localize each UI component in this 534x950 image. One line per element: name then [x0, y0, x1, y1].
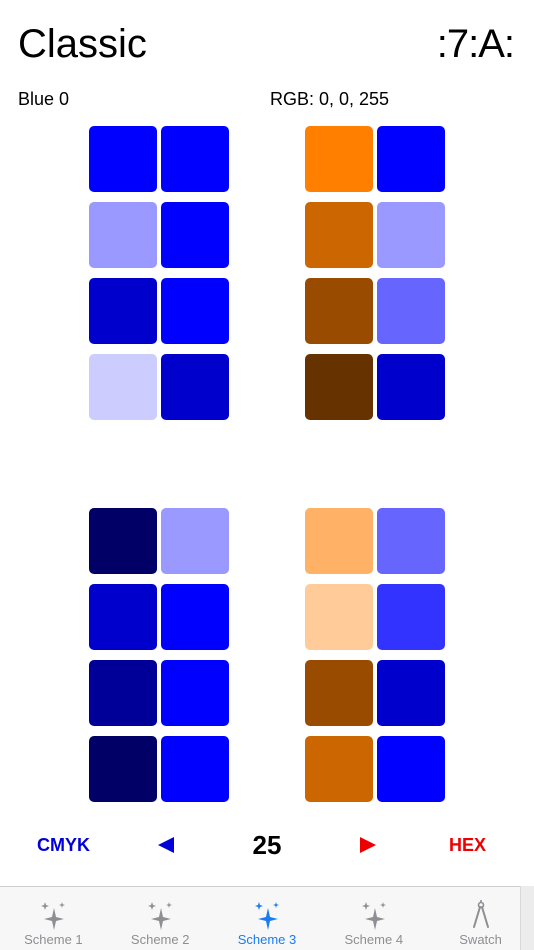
sparkle-icon	[361, 902, 386, 930]
color-swatch[interactable]	[89, 736, 157, 802]
color-swatch[interactable]	[89, 660, 157, 726]
color-swatch[interactable]	[377, 660, 445, 726]
color-swatch[interactable]	[161, 584, 229, 650]
color-swatch[interactable]	[305, 354, 373, 420]
app-logo: :7:A:	[436, 22, 515, 66]
color-swatch[interactable]	[161, 126, 229, 192]
next-arrow-icon[interactable]	[359, 836, 377, 854]
color-swatch[interactable]	[377, 202, 445, 268]
color-swatch[interactable]	[377, 126, 445, 192]
tab-scheme-4[interactable]: Scheme 4	[320, 887, 427, 950]
swatch-grid-bottom-right	[305, 508, 445, 802]
color-swatch[interactable]	[89, 508, 157, 574]
color-swatch[interactable]	[305, 508, 373, 574]
step-controls: CMYK 25 HEX	[0, 825, 534, 865]
tab-label: Scheme 2	[130, 932, 190, 947]
color-swatch[interactable]	[89, 354, 157, 420]
color-swatch[interactable]	[305, 736, 373, 802]
previous-arrow-icon[interactable]	[157, 836, 175, 854]
color-swatch[interactable]	[89, 278, 157, 344]
sparkle-icon	[148, 902, 173, 930]
tab-scheme-3[interactable]: Scheme 3	[214, 887, 321, 950]
color-swatch[interactable]	[89, 202, 157, 268]
color-swatch[interactable]	[377, 736, 445, 802]
selected-color-name: Blue 0	[18, 89, 70, 109]
color-swatch[interactable]	[161, 354, 229, 420]
tab-label: Scheme 4	[344, 932, 404, 947]
color-swatch[interactable]	[161, 508, 229, 574]
tab-bar: Scheme 1 Scheme 2 Scheme 3 Scheme 4 Swat…	[0, 886, 534, 950]
color-swatch[interactable]	[161, 278, 229, 344]
cmyk-button[interactable]: CMYK	[37, 835, 90, 856]
tab-scheme-2[interactable]: Scheme 2	[107, 887, 214, 950]
tab-label: Scheme 3	[237, 932, 297, 947]
color-swatch[interactable]	[305, 660, 373, 726]
sparkle-icon	[41, 902, 66, 930]
color-swatch[interactable]	[89, 584, 157, 650]
color-swatch[interactable]	[377, 508, 445, 574]
compass-icon	[472, 900, 489, 928]
page-title: Classic	[18, 22, 147, 66]
swatch-grid-top-left	[89, 126, 229, 420]
selected-color-rgb: RGB: 0, 0, 255	[270, 89, 390, 109]
color-swatch[interactable]	[305, 126, 373, 192]
tab-label: Swatch	[459, 932, 502, 947]
color-swatch[interactable]	[305, 278, 373, 344]
color-swatch[interactable]	[377, 354, 445, 420]
color-swatch[interactable]	[161, 202, 229, 268]
scrollbar[interactable]	[520, 886, 534, 950]
tab-label: Scheme 1	[24, 932, 83, 947]
swatch-grid-top-right	[305, 126, 445, 420]
sparkle-icon	[254, 902, 279, 930]
tab-swatch[interactable]: Swatch	[427, 887, 534, 950]
hex-button[interactable]: HEX	[449, 835, 486, 856]
color-swatch[interactable]	[305, 584, 373, 650]
color-swatch[interactable]	[89, 126, 157, 192]
color-swatch[interactable]	[161, 660, 229, 726]
color-swatch[interactable]	[377, 584, 445, 650]
swatch-grid-bottom-left	[89, 508, 229, 802]
step-value: 25	[252, 830, 282, 860]
color-swatch[interactable]	[161, 736, 229, 802]
color-swatch[interactable]	[377, 278, 445, 344]
tab-scheme-1[interactable]: Scheme 1	[0, 887, 107, 950]
color-swatch[interactable]	[305, 202, 373, 268]
